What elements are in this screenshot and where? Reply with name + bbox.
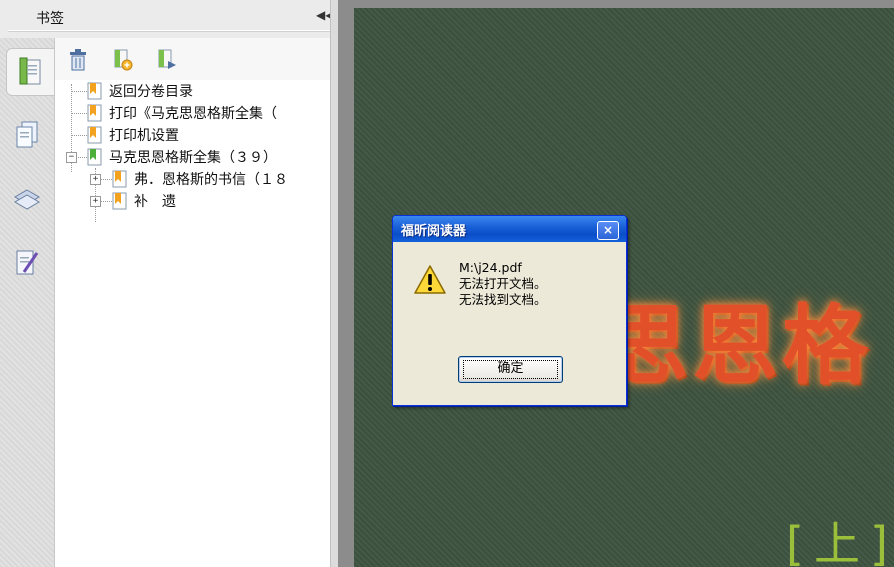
message-line: 无法打开文档。 [459, 276, 547, 291]
tree-connector [76, 157, 87, 158]
bookmark-label: 马克思恩格斯全集（３９） [109, 150, 277, 166]
bookmarks-panel: 书签 ◀◀ − + + 返回分卷目录 打印《马克思恩格斯全集（ 打印机设置 马克… [0, 0, 339, 567]
bookmark-label: 打印《马克思恩格斯全集（ [109, 106, 277, 122]
pages-icon [16, 121, 38, 148]
annotation-pen-icon [16, 250, 39, 275]
bookmark-icon [87, 82, 102, 100]
pages-tab[interactable] [6, 112, 48, 158]
dialog-titlebar[interactable]: 福昕阅读器 × [393, 216, 626, 242]
tree-connector [71, 135, 87, 136]
bookmark-label: 返回分卷目录 [109, 84, 193, 100]
bookmark-icon [87, 148, 102, 166]
bookmark-item[interactable]: 打印《马克思恩格斯全集（ [87, 102, 277, 124]
expand-node-toggle[interactable]: + [90, 174, 101, 185]
error-dialog: 福昕阅读器 × M:\j24.pdf 无法打开文档。 无法找到文档。 确定 [392, 215, 627, 406]
tree-connector [71, 91, 87, 92]
cover-volume-text: [上] [786, 517, 894, 567]
ok-button[interactable]: 确定 [458, 356, 563, 383]
bookmark-item[interactable]: 打印机设置 [87, 124, 179, 146]
divider [8, 30, 330, 32]
bookmark-item[interactable]: 返回分卷目录 [87, 80, 193, 102]
bookmark-item[interactable]: 补 遗 [112, 190, 176, 212]
warning-icon [414, 265, 446, 294]
add-bookmark-button[interactable] [111, 48, 133, 72]
annotations-tab[interactable] [6, 240, 48, 286]
close-button[interactable]: × [597, 221, 619, 240]
message-line: M:\j24.pdf [459, 260, 522, 275]
bookmark-item[interactable]: 马克思恩格斯全集（３９） [87, 146, 277, 168]
panel-header: 书签 ◀◀ [0, 0, 338, 38]
bookmark-tree-area: − + + 返回分卷目录 打印《马克思恩格斯全集（ 打印机设置 马克思恩格斯全集… [54, 38, 331, 567]
add-sub-bookmark-button[interactable] [155, 48, 177, 72]
panel-tab-strip [0, 38, 55, 567]
focus-rectangle [463, 360, 558, 379]
dialog-body: M:\j24.pdf 无法打开文档。 无法找到文档。 确定 [393, 242, 626, 405]
bookmark-page-icon [19, 57, 41, 85]
tree-connector [71, 113, 87, 114]
bookmark-icon [112, 192, 127, 210]
bookmark-toolbar [55, 38, 331, 80]
bookmark-item[interactable]: 弗．恩格斯的书信（１８ [112, 168, 288, 190]
bookmarks-tab[interactable] [6, 48, 55, 96]
bookmark-icon [87, 104, 102, 122]
bookmark-label: 打印机设置 [109, 128, 179, 144]
bookmark-icon [87, 126, 102, 144]
bookmark-label: 弗．恩格斯的书信（１８ [134, 172, 288, 188]
bookmark-icon [112, 170, 127, 188]
new-bookmark-icon [114, 49, 133, 71]
delete-bookmark-button[interactable] [67, 48, 89, 72]
expand-node-toggle[interactable]: + [90, 196, 101, 207]
bookmark-tree: − + + 返回分卷目录 打印《马克思恩格斯全集（ 打印机设置 马克思恩格斯全集… [55, 80, 331, 567]
tree-connector [100, 201, 112, 202]
panel-title: 书签 [36, 11, 64, 27]
message-line: 无法找到文档。 [459, 292, 547, 307]
tree-connector [100, 179, 112, 180]
layers-icon [14, 189, 40, 210]
bookmark-label: 补 遗 [134, 194, 176, 210]
bookmark-arrow-icon [158, 49, 176, 69]
trash-icon [70, 49, 86, 71]
dialog-title: 福昕阅读器 [401, 224, 467, 239]
collapse-node-toggle[interactable]: − [66, 152, 77, 163]
layers-tab[interactable] [6, 176, 48, 222]
dialog-message: M:\j24.pdf 无法打开文档。 无法找到文档。 [459, 260, 619, 308]
